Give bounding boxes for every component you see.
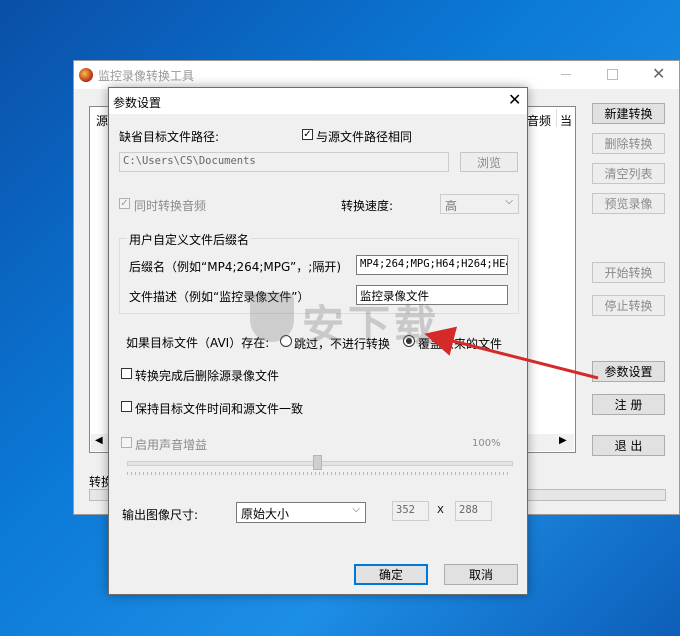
annotation-arrow xyxy=(424,326,599,380)
